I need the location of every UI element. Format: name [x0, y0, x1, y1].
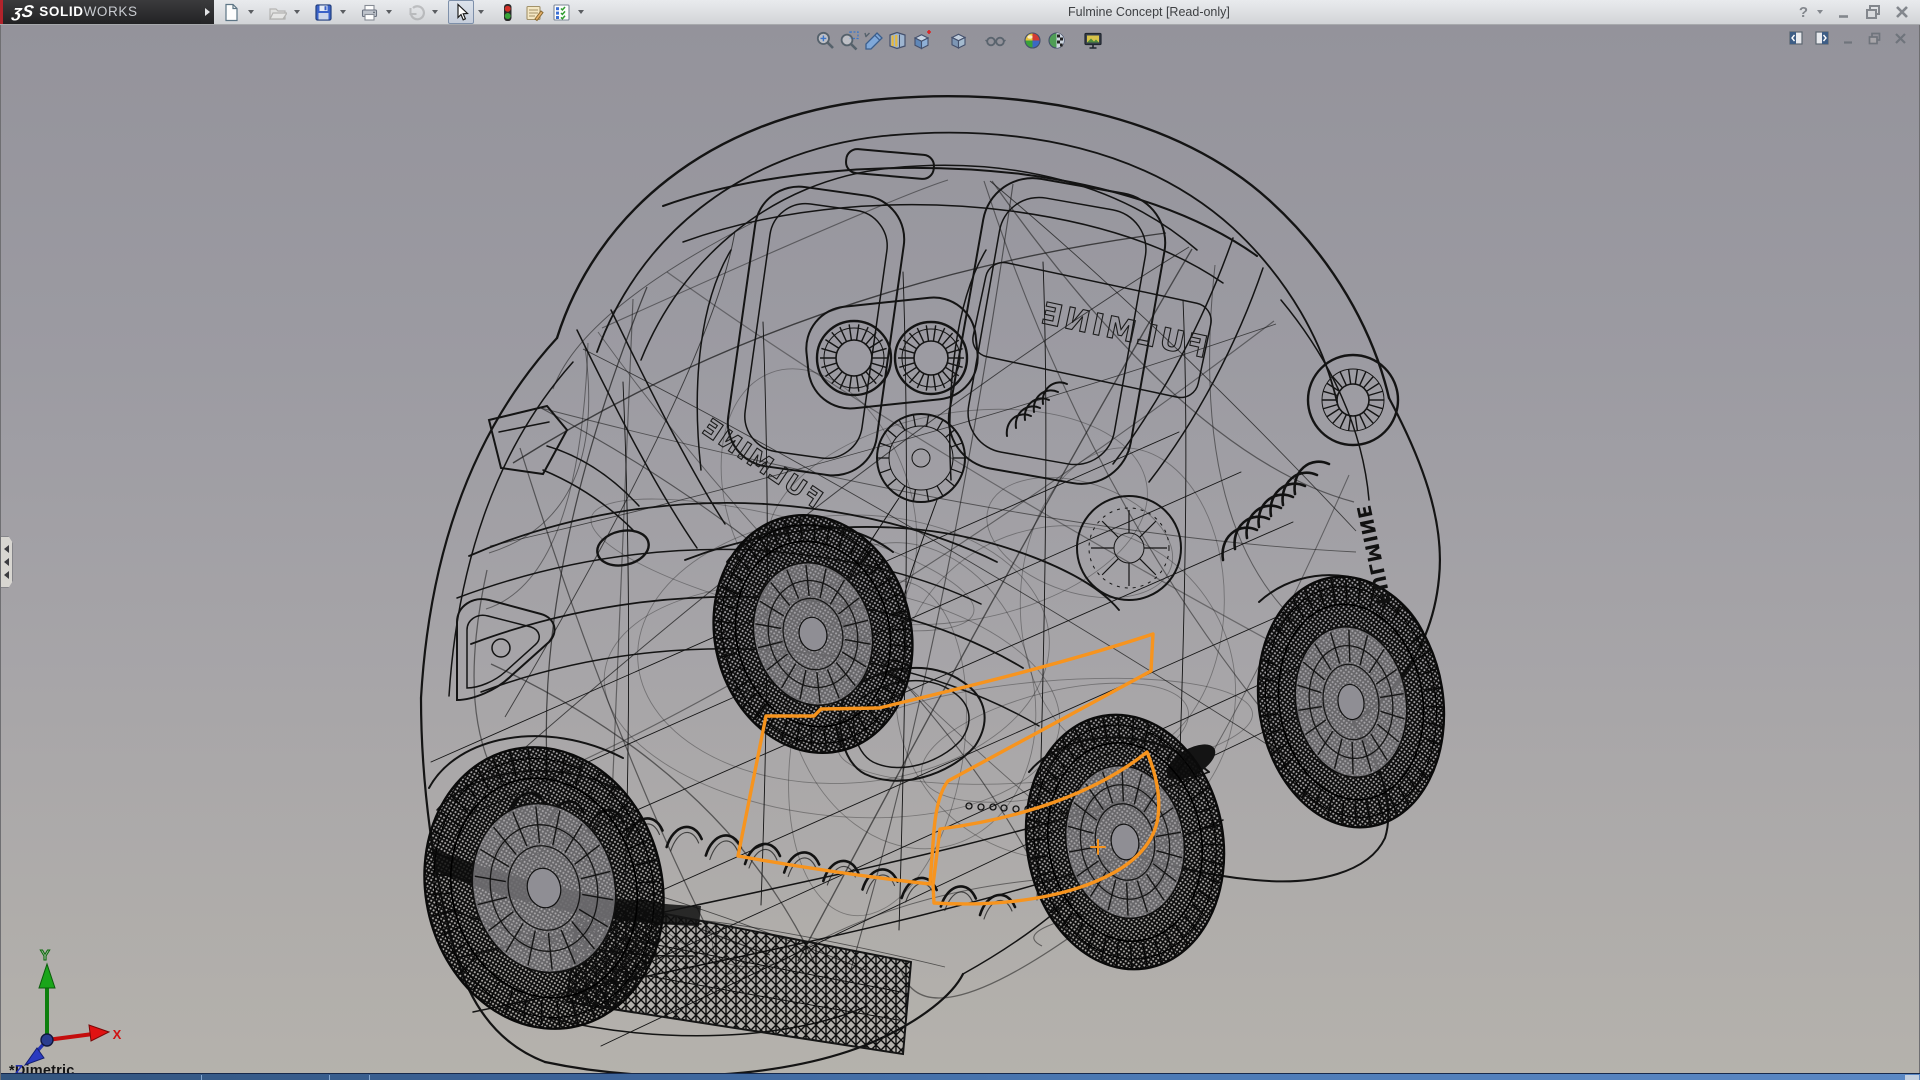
collapse-right-panel-button[interactable] — [1813, 29, 1831, 47]
restore-document-button[interactable] — [1865, 29, 1883, 47]
new-document-button[interactable] — [218, 0, 244, 24]
section-view-button[interactable] — [885, 28, 909, 52]
window-controls: ? — [1799, 0, 1912, 24]
wheel — [1006, 699, 1243, 985]
menu-expand-arrow-icon[interactable] — [201, 0, 214, 24]
view-settings-button[interactable] — [1081, 28, 1105, 52]
select-dropdown-caret-icon[interactable] — [475, 1, 486, 23]
collapse-arrow-icon — [4, 571, 9, 579]
minimize-button[interactable] — [1834, 2, 1854, 22]
help-caret-icon[interactable] — [1817, 2, 1825, 22]
apply-scene-button[interactable] — [1044, 28, 1068, 52]
document-window-controls — [1787, 29, 1909, 47]
previous-view-button[interactable] — [861, 28, 885, 52]
triad-x-label: X — [113, 1027, 122, 1042]
view-orientation-button[interactable] — [909, 28, 933, 52]
toolbar-separator — [970, 28, 983, 52]
model-wireframe-scene[interactable]: FULMINE FULMINE FULMINE — [1, 24, 1920, 1080]
document-title: Fulmine Concept [Read-only] — [1068, 0, 1230, 24]
collapse-left-panel-button[interactable] — [1787, 29, 1805, 47]
restore-button[interactable] — [1863, 2, 1883, 22]
edit-appearance-button[interactable] — [1020, 28, 1044, 52]
collapse-arrow-icon — [4, 545, 9, 553]
open-dropdown-caret-icon[interactable] — [291, 1, 302, 23]
solidworks-logo: ʒS SOLIDWORKS — [3, 0, 201, 24]
save-button[interactable] — [310, 0, 336, 24]
toolbar-separator — [1007, 28, 1020, 52]
solidworks-logo-works: WORKS — [84, 4, 138, 19]
reference-triad: Y X Z — [1, 944, 141, 1074]
options-dropdown-caret-icon[interactable] — [575, 1, 586, 23]
file-properties-button[interactable] — [521, 0, 547, 24]
title-bar[interactable]: ʒS SOLIDWORKS Fulmine Concept [Read-only… — [0, 0, 1920, 25]
zoom-to-area-button[interactable] — [837, 28, 861, 52]
close-document-button[interactable] — [1891, 29, 1909, 47]
main-toolbar — [218, 1, 594, 23]
resize-grip — [1905, 1075, 1919, 1080]
hide-show-items-button[interactable] — [983, 28, 1007, 52]
undo-dropdown-caret-icon[interactable] — [429, 1, 440, 23]
display-style-button[interactable] — [946, 28, 970, 52]
zoom-to-fit-button[interactable] — [813, 28, 837, 52]
print-dropdown-caret-icon[interactable] — [383, 1, 394, 23]
toolbar-separator — [933, 28, 946, 52]
open-button[interactable] — [264, 0, 290, 24]
graphics-viewport[interactable]: FULMINE FULMINE FULMINE Y X Z *Dimetric — [0, 24, 1920, 1080]
print-button[interactable] — [356, 0, 382, 24]
select-button[interactable] — [448, 0, 474, 24]
headsup-view-toolbar — [813, 27, 1105, 53]
minimize-document-button[interactable] — [1839, 29, 1857, 47]
feature-manager-collapsed-tab[interactable] — [1, 536, 13, 588]
help-icon[interactable]: ? — [1799, 4, 1808, 21]
solidworks-window: { "window": { "brand_mark": "ʒS", "brand… — [0, 0, 1920, 1080]
triad-y-label: Y — [40, 947, 50, 964]
svg-text:FULMINE: FULMINE — [696, 412, 828, 514]
toolbar-separator — [1068, 28, 1081, 52]
wheel — [1240, 563, 1461, 841]
undo-button[interactable] — [402, 0, 428, 24]
new-document-dropdown-caret-icon[interactable] — [245, 1, 256, 23]
solidworks-logo-solid: SOLID — [39, 4, 83, 19]
close-button[interactable] — [1892, 2, 1912, 22]
save-dropdown-caret-icon[interactable] — [337, 1, 348, 23]
rebuild-traffic-light-button[interactable] — [494, 0, 520, 24]
collapse-arrow-icon — [4, 558, 9, 566]
options-button[interactable] — [548, 0, 574, 24]
svg-text:FULMINE: FULMINE — [1035, 296, 1210, 366]
status-bar-edge — [1, 1073, 1920, 1080]
solidworks-logo-mark: ʒS — [11, 2, 35, 22]
